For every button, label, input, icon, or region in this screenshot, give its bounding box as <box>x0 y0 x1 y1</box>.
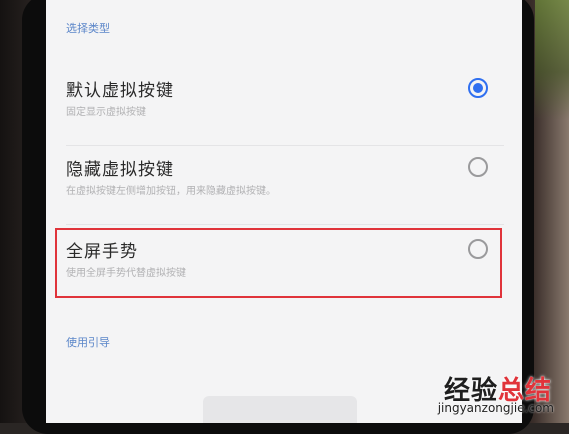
option-description: 固定显示虚拟按键 <box>66 107 146 118</box>
radio-unchecked-icon[interactable] <box>468 157 488 177</box>
watermark-url: jingyanzongjie.com <box>437 401 554 415</box>
radio-checked-icon[interactable] <box>468 78 488 98</box>
bottom-button[interactable] <box>203 396 357 423</box>
watermark: 经验总结 jingyanzongjie.com <box>412 370 562 420</box>
option-hide-virtual-keys[interactable]: 隐藏虚拟按键 在虚拟按键左侧增加按钮，用来隐藏虚拟按键。 <box>46 155 522 225</box>
background-glow <box>535 0 569 120</box>
option-title: 默认虚拟按键 <box>66 81 174 101</box>
option-default-virtual-keys[interactable]: 默认虚拟按键 固定显示虚拟按键 <box>46 76 522 146</box>
settings-screen: 选择类型 默认虚拟按键 固定显示虚拟按键 隐藏虚拟按键 在虚拟按键左侧增加按钮，… <box>46 0 522 423</box>
option-description: 在虚拟按键左侧增加按钮，用来隐藏虚拟按键。 <box>66 186 276 197</box>
divider <box>66 224 504 225</box>
divider <box>66 145 504 146</box>
section-header: 选择类型 <box>66 22 110 35</box>
highlight-box <box>55 228 502 298</box>
option-title: 隐藏虚拟按键 <box>66 160 174 180</box>
guide-link[interactable]: 使用引导 <box>66 334 110 350</box>
